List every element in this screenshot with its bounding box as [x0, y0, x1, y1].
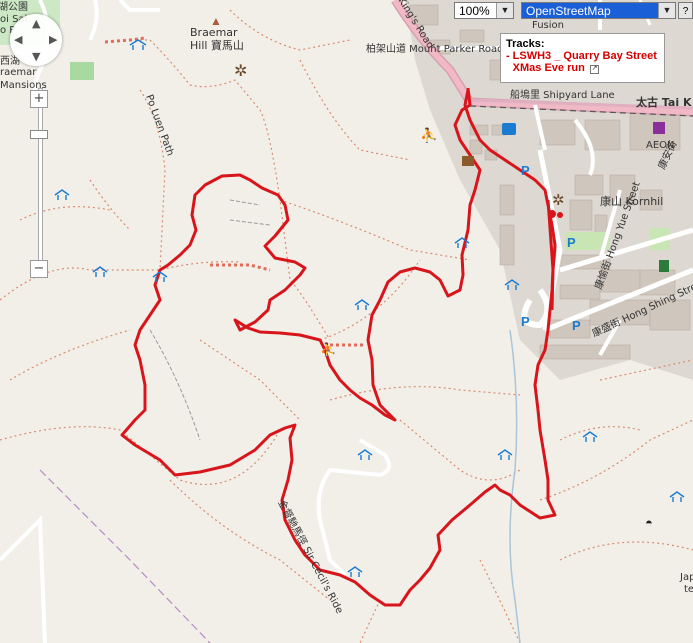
- zoom-slider-handle[interactable]: [30, 130, 48, 139]
- fusion-label: Fusion: [532, 20, 564, 31]
- map-canvas[interactable]: ▲ ✲ ✲ ⛹ ⛹ P P P P ◓ Braemar Hill 寶馬山 rae…: [0, 0, 693, 643]
- japan-label-2: te: [684, 584, 693, 595]
- pan-up-icon[interactable]: ▲: [32, 17, 40, 30]
- hiker-icon: ⛹: [320, 341, 336, 357]
- tracks-panel: Tracks: - LSWH3 _ Quarry Bay Street XMas…: [500, 33, 665, 83]
- shop-icon: [462, 156, 474, 166]
- track-list-item[interactable]: - LSWH3 _ Quarry Bay Street XMas Eve run: [506, 50, 659, 74]
- mount-parker-road-label: 柏架山道 Mount Parker Road: [366, 42, 504, 55]
- chevron-down-icon: ▼: [496, 3, 513, 18]
- map-feature-icon: [659, 260, 669, 272]
- track-bullet: -: [506, 50, 510, 62]
- waypoint-icon: [548, 210, 556, 218]
- braemar-hill-label-zh: Hill 寶馬山: [190, 38, 244, 52]
- bus-stop-icon: [502, 123, 516, 135]
- pan-control[interactable]: ▲ ▼ ◀ ▶: [10, 14, 62, 66]
- braemar-hill-label: Braemar: [190, 26, 238, 39]
- waypoint-icon: [557, 212, 563, 218]
- layer-select-value: OpenStreetMap: [526, 4, 611, 18]
- viewpoint-icon: ✲: [234, 63, 247, 80]
- svg-text:P: P: [521, 314, 530, 329]
- pan-right-icon[interactable]: ▶: [49, 33, 57, 46]
- chevron-down-icon: ▼: [658, 3, 675, 18]
- scale-select[interactable]: 100% ▼: [454, 2, 514, 19]
- tracks-panel-title: Tracks:: [506, 38, 545, 50]
- park-label: 湖公園: [0, 1, 28, 13]
- svg-text:P: P: [572, 318, 581, 333]
- layer-select[interactable]: OpenStreetMap ▼: [521, 2, 676, 19]
- shopping-icon: [653, 122, 665, 134]
- zoom-slider-track[interactable]: [38, 88, 43, 278]
- svg-text:P: P: [567, 235, 576, 250]
- external-link-icon[interactable]: ↗: [590, 65, 599, 74]
- hiker-icon: ⛹: [420, 126, 437, 144]
- help-button[interactable]: ?: [678, 2, 693, 19]
- track-name-link[interactable]: LSWH3 _ Quarry Bay Street XMas Eve run: [513, 50, 659, 74]
- zoom-in-button[interactable]: +: [30, 90, 48, 108]
- scale-select-value: 100%: [459, 4, 490, 18]
- pan-down-icon[interactable]: ▼: [32, 50, 40, 63]
- braemar-mansions-label: raemar: [0, 67, 37, 78]
- shipyard-lane-label: 船塢里 Shipyard Lane: [510, 88, 615, 101]
- tunnel-icon: ◓: [645, 515, 653, 530]
- pan-left-icon[interactable]: ◀: [14, 33, 22, 46]
- tai-koo-label: 太古 Tai K: [635, 95, 692, 109]
- svg-text:P: P: [521, 163, 530, 178]
- park-area: [70, 62, 94, 80]
- zoom-out-button[interactable]: −: [30, 260, 48, 278]
- viewpoint-icon: ✲: [552, 192, 565, 209]
- japan-label: Jap: [679, 572, 693, 583]
